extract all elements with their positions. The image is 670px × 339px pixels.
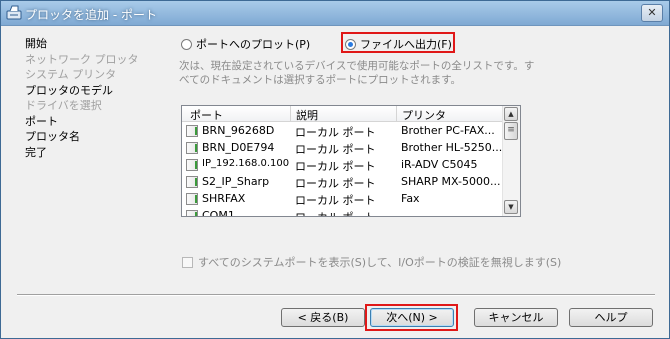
step-select-driver: ドライバを選択 bbox=[25, 99, 102, 112]
scroll-up-icon[interactable]: ▲ bbox=[504, 107, 518, 121]
list-item[interactable]: SHRFAX ローカル ポート Fax bbox=[182, 190, 502, 207]
list-item[interactable]: BRN_96268D ローカル ポート Brother PC-FAX... bbox=[182, 122, 502, 139]
close-button[interactable]: ✕ bbox=[641, 4, 663, 22]
scroll-thumb[interactable]: ≡ bbox=[504, 122, 518, 140]
port-description: ローカル ポート bbox=[295, 126, 376, 139]
dialog-body: 開始 ネットワーク プロッタ システム プリンタ プロッタのモデル ドライバを選… bbox=[7, 27, 663, 333]
title-bar: プロッタを追加 - ポート ✕ bbox=[1, 1, 669, 26]
step-ports: ポート bbox=[25, 114, 58, 128]
port-name: SHRFAX bbox=[202, 192, 246, 205]
list-item[interactable]: COM1 ローカル ポート bbox=[182, 207, 502, 217]
port-name: BRN_96268D bbox=[202, 124, 275, 137]
step-plotter-name: プロッタ名 bbox=[25, 130, 80, 143]
step-start: 開始 bbox=[25, 37, 47, 50]
plot-to-file-radio[interactable]: ファイルへ出力(F) bbox=[345, 36, 452, 52]
port-name: COM1 bbox=[202, 209, 235, 217]
ports-description: 次は、現在設定されているデバイスで使用可能なポートの全リストです。すべてのドキュ… bbox=[179, 60, 535, 86]
divider bbox=[17, 294, 655, 295]
close-icon: ✕ bbox=[647, 6, 657, 19]
ports-list-header: ポート 説明 プリンタ bbox=[182, 106, 502, 122]
port-icon bbox=[186, 142, 198, 154]
plot-to-file-label: ファイルへ出力(F) bbox=[360, 38, 452, 51]
back-button[interactable]: < 戻る(B) bbox=[281, 308, 365, 327]
plot-to-port-label: ポートへのプロット(P) bbox=[196, 38, 311, 51]
step-plotter-model: プロッタのモデル bbox=[25, 83, 113, 97]
checkbox-icon bbox=[182, 256, 193, 268]
port-name: S2_IP_Sharp bbox=[202, 175, 270, 188]
port-description: ローカル ポート bbox=[295, 194, 376, 207]
port-icon bbox=[186, 210, 198, 216]
plotter-icon bbox=[6, 5, 22, 20]
radio-button-icon bbox=[181, 38, 192, 50]
port-description: ローカル ポート bbox=[295, 209, 376, 216]
port-printer: Brother HL-5250... bbox=[401, 141, 503, 154]
port-description: ローカル ポート bbox=[295, 177, 376, 190]
step-network-plotter: ネットワーク プロッタ bbox=[25, 52, 139, 66]
show-all-ports-label: すべてのシステムポートを表示(S)して、I/Oポートの検証を無視します(S) bbox=[198, 256, 562, 269]
column-printer[interactable]: プリンタ bbox=[402, 107, 446, 123]
show-all-ports-checkbox[interactable]: すべてのシステムポートを表示(S)して、I/Oポートの検証を無視します(S) bbox=[182, 254, 561, 270]
port-description: ローカル ポート bbox=[295, 143, 376, 156]
column-description[interactable]: 説明 bbox=[296, 107, 318, 123]
column-separator[interactable] bbox=[290, 106, 291, 121]
port-printer: Fax bbox=[401, 192, 420, 205]
port-icon bbox=[186, 176, 198, 188]
port-icon bbox=[186, 125, 198, 137]
port-printer: SHARP MX-5000... bbox=[401, 175, 501, 188]
port-name: IP_192.168.0.100 bbox=[202, 158, 290, 169]
vertical-scrollbar[interactable]: ▲ ≡ ▼ bbox=[502, 106, 520, 216]
ports-list[interactable]: ポート 説明 プリンタ BRN_96268D ローカル ポート Brother … bbox=[181, 105, 521, 217]
window-title: プロッタを追加 - ポート bbox=[25, 8, 157, 22]
port-printer: Brother PC-FAX... bbox=[401, 124, 495, 137]
next-button[interactable]: 次へ(N) > bbox=[370, 308, 454, 327]
port-name: BRN_D0E794 bbox=[202, 141, 275, 154]
wizard-steps: 開始 ネットワーク プロッタ システム プリンタ プロッタのモデル ドライバを選… bbox=[25, 36, 139, 160]
list-item[interactable]: BRN_D0E794 ローカル ポート Brother HL-5250... bbox=[182, 139, 502, 156]
step-system-printer: システム プリンタ bbox=[25, 68, 117, 81]
port-description: ローカル ポート bbox=[295, 160, 376, 173]
port-icon bbox=[186, 159, 198, 171]
add-plotter-dialog: プロッタを追加 - ポート ✕ 開始 ネットワーク プロッタ システム プリンタ… bbox=[0, 0, 670, 339]
radio-selected-icon bbox=[345, 38, 356, 50]
list-item[interactable]: IP_192.168.0.100 ローカル ポート iR-ADV C5045 bbox=[182, 156, 502, 173]
port-icon bbox=[186, 193, 198, 205]
scroll-down-icon[interactable]: ▼ bbox=[504, 200, 518, 214]
help-button[interactable]: ヘルプ bbox=[569, 308, 653, 327]
plot-to-port-radio[interactable]: ポートへのプロット(P) bbox=[181, 36, 310, 52]
list-item[interactable]: S2_IP_Sharp ローカル ポート SHARP MX-5000... bbox=[182, 173, 502, 190]
column-port[interactable]: ポート bbox=[190, 107, 223, 123]
column-separator[interactable] bbox=[396, 106, 397, 121]
cancel-button[interactable]: キャンセル bbox=[474, 308, 558, 327]
port-printer: iR-ADV C5045 bbox=[401, 158, 478, 171]
step-finish: 完了 bbox=[25, 145, 47, 159]
